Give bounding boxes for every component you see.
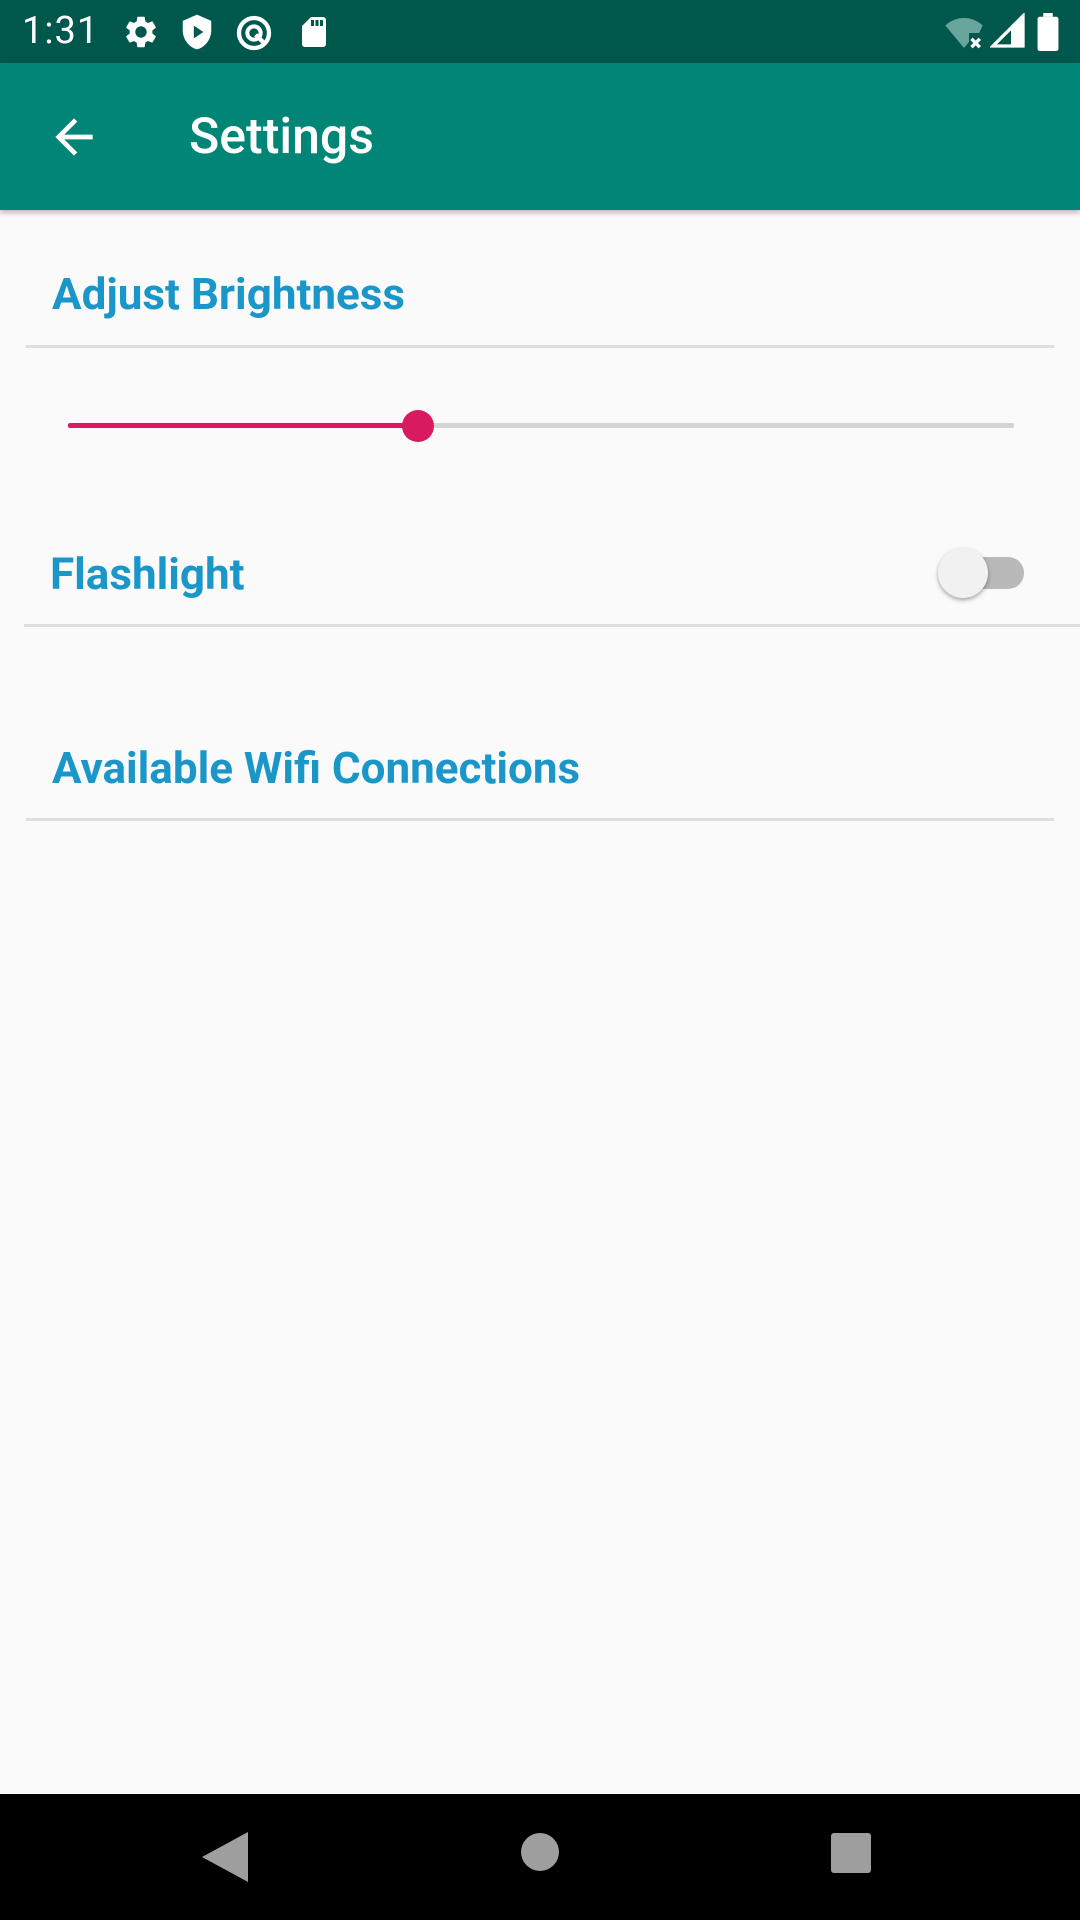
nav-back-button[interactable] bbox=[196, 1828, 252, 1890]
navigation-bar bbox=[0, 1794, 1080, 1920]
wifi-off-icon bbox=[942, 13, 986, 57]
brightness-divider bbox=[26, 345, 1054, 348]
cell-signal-icon bbox=[989, 12, 1026, 53]
nav-recents-button[interactable] bbox=[830, 1832, 872, 1878]
shield-play-icon bbox=[178, 13, 216, 55]
page-title: Settings bbox=[189, 108, 375, 166]
app-bar: Settings bbox=[0, 63, 1080, 210]
flashlight-divider bbox=[24, 624, 1080, 627]
flashlight-title: Flashlight bbox=[50, 548, 245, 600]
slider-thumb[interactable] bbox=[402, 410, 435, 442]
back-triangle-icon bbox=[196, 1832, 252, 1890]
flashlight-switch[interactable] bbox=[938, 545, 1028, 601]
home-circle-icon bbox=[518, 1833, 562, 1878]
wifi-title: Available Wifi Connections bbox=[52, 742, 581, 794]
back-button[interactable] bbox=[36, 99, 112, 175]
recents-square-icon bbox=[830, 1833, 872, 1878]
gear-icon bbox=[122, 13, 160, 55]
vpn-key-icon bbox=[234, 13, 274, 57]
nav-home-button[interactable] bbox=[518, 1830, 562, 1878]
slider-fill bbox=[68, 423, 419, 428]
status-time: 1:31 bbox=[22, 9, 100, 53]
battery-icon bbox=[1036, 13, 1060, 55]
sd-card-icon bbox=[296, 13, 332, 55]
wifi-divider bbox=[26, 818, 1054, 821]
arrow-back-icon bbox=[46, 109, 102, 169]
switch-thumb bbox=[938, 548, 988, 598]
brightness-slider[interactable] bbox=[52, 402, 1014, 450]
status-bar: 1:31 bbox=[0, 0, 1080, 63]
brightness-title: Adjust Brightness bbox=[52, 268, 405, 320]
